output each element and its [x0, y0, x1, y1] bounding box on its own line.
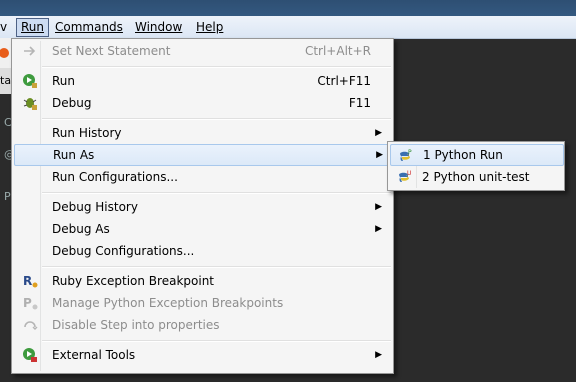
submenu-item-python-unit-test[interactable]: U 2 Python unit-test — [390, 166, 562, 188]
menu-separator — [42, 66, 391, 68]
menu-item-debug-as[interactable]: Debug As ▶ — [14, 218, 391, 240]
editor-glyph: P — [4, 190, 11, 203]
menu-item-external-tools[interactable]: External Tools ▶ — [14, 344, 391, 366]
menubar-item-run[interactable]: Run — [16, 18, 50, 37]
menu-item-run-as[interactable]: Run As ▶ — [14, 144, 393, 166]
menu-item-ruby-exception-breakpoint[interactable]: R Ruby Exception Breakpoint — [14, 270, 391, 292]
menu-separator — [42, 340, 391, 342]
ruby-breakpoint-icon: R — [23, 274, 38, 288]
menu-separator — [42, 118, 391, 120]
menu-item-run-configurations[interactable]: Run Configurations... — [14, 166, 391, 188]
menubar-item-commands[interactable]: Commands — [51, 19, 127, 36]
menubar-item-help[interactable]: Help — [192, 19, 227, 36]
svg-text:R: R — [23, 274, 32, 288]
menubar-item-window[interactable]: Window — [131, 19, 186, 36]
menubar-item-view-partial[interactable]: v — [0, 19, 11, 36]
external-tools-icon — [23, 348, 37, 362]
run-icon — [23, 74, 37, 88]
svg-text:P: P — [408, 149, 412, 156]
arrow-right-icon — [24, 46, 36, 56]
menu-item-debug-history[interactable]: Debug History ▶ — [14, 196, 391, 218]
submenu-arrow-icon: ▶ — [375, 128, 382, 138]
python-run-icon: P — [400, 149, 412, 161]
svg-text:U: U — [407, 170, 411, 177]
submenu-arrow-icon: ▶ — [375, 350, 382, 360]
step-into-icon — [24, 321, 38, 330]
menu-item-debug-configurations[interactable]: Debug Configurations... — [14, 240, 391, 262]
debug-bug-icon — [23, 98, 37, 110]
svg-text:P: P — [23, 296, 32, 310]
submenu-arrow-icon: ▶ — [375, 224, 382, 234]
menu-item-run-history[interactable]: Run History ▶ — [14, 122, 391, 144]
menu-item-set-next-statement[interactable]: Set Next Statement Ctrl+Alt+R — [14, 40, 391, 62]
run-as-submenu: P 1 Python Run U 2 Python unit-test — [387, 141, 565, 191]
run-menu: Set Next Statement Ctrl+Alt+R Run Ctrl+F… — [11, 38, 394, 374]
menu-separator — [42, 266, 391, 268]
python-unittest-icon: U — [399, 170, 411, 182]
python-breakpoint-icon: P — [23, 296, 38, 310]
menu-separator — [42, 192, 391, 194]
menu-item-manage-python-exception-breakpoints[interactable]: P Manage Python Exception Breakpoints — [14, 292, 391, 314]
menu-item-run[interactable]: Run Ctrl+F11 — [14, 70, 391, 92]
submenu-arrow-icon: ▶ — [375, 202, 382, 212]
submenu-item-python-run[interactable]: P 1 Python Run — [390, 144, 564, 166]
submenu-arrow-icon: ▶ — [376, 150, 383, 160]
menu-item-debug[interactable]: Debug F11 — [14, 92, 391, 114]
menu-item-disable-step-into-properties[interactable]: Disable Step into properties — [14, 314, 391, 336]
